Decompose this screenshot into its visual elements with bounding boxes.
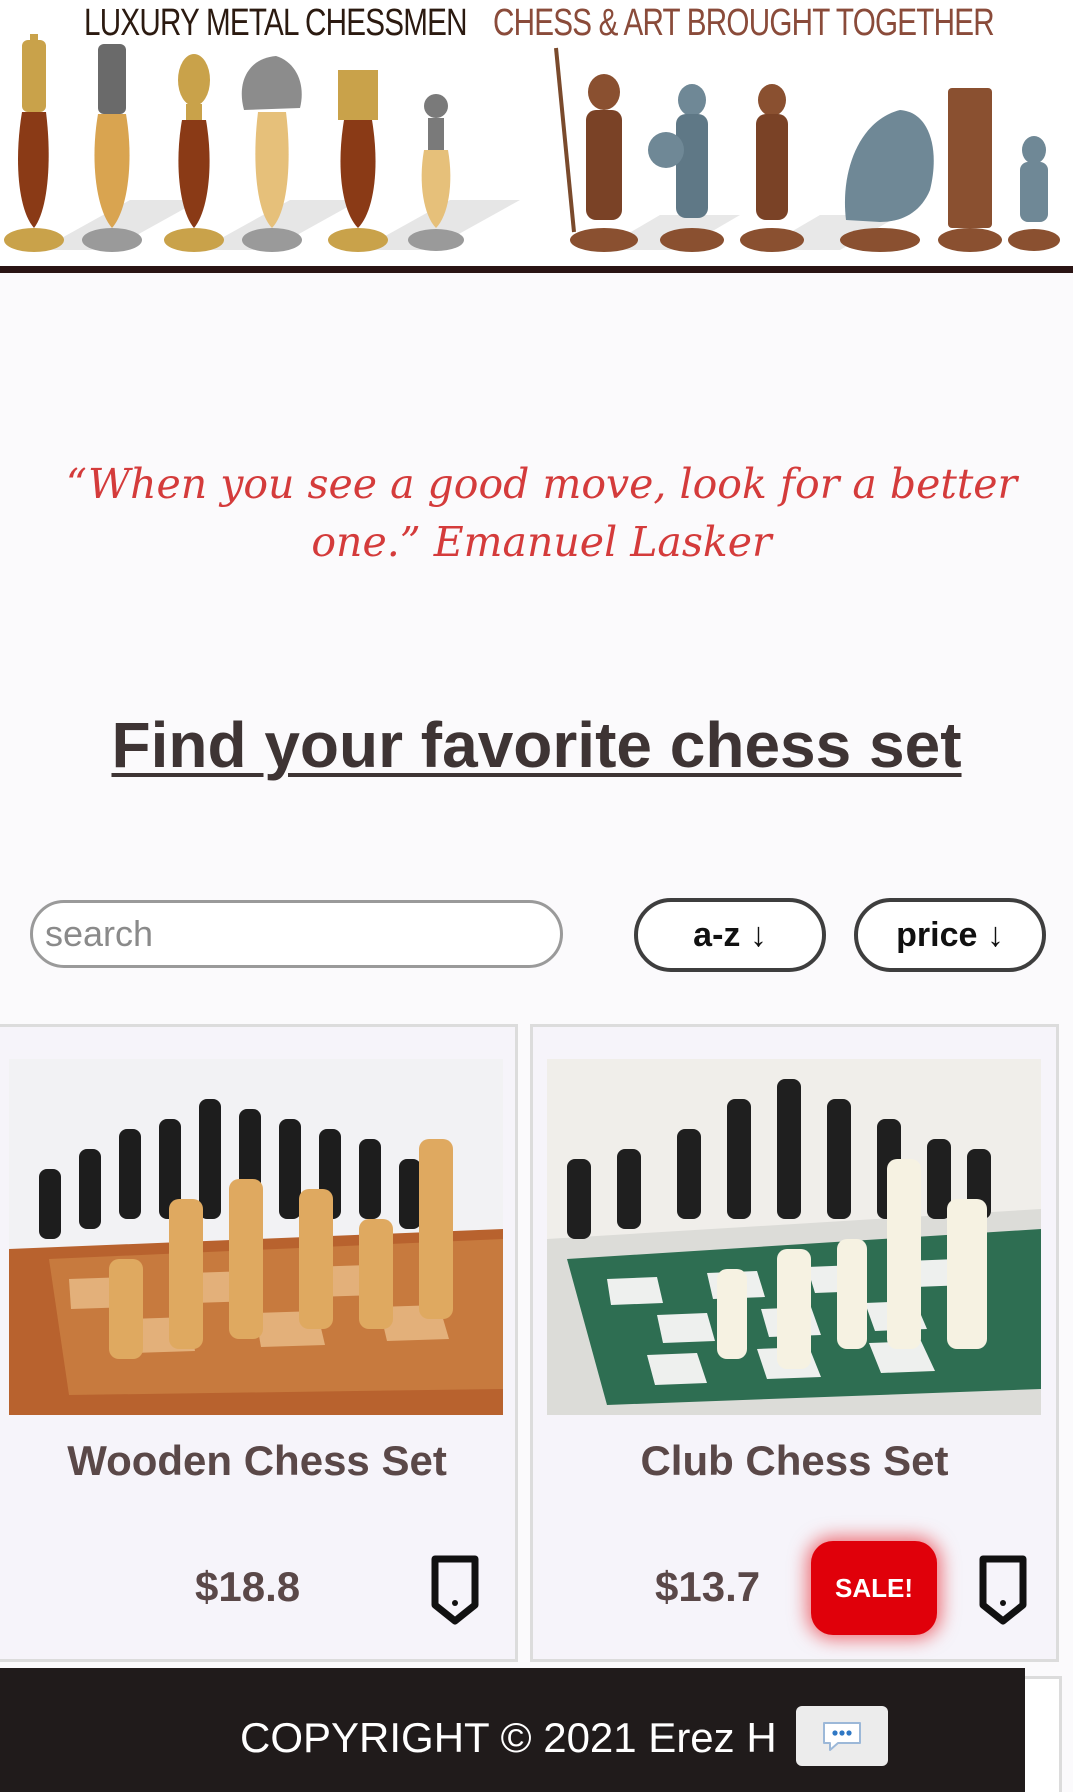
- product-image: [9, 1059, 503, 1415]
- chat-button[interactable]: [796, 1706, 888, 1766]
- banner-title-right: CHESS & ART BROUGHT TOGETHER: [493, 2, 995, 44]
- copyright-text: COPYRIGHT © 2021 Erez H: [240, 1714, 777, 1761]
- product-card-partial: [1020, 1676, 1062, 1792]
- chess-quote: “When you see a good move, look for a be…: [65, 460, 1018, 566]
- product-image: [547, 1059, 1041, 1415]
- page-heading: Find your favorite chess set: [0, 708, 1073, 782]
- search-input[interactable]: [30, 900, 563, 968]
- banner-title-left: LUXURY METAL CHESSMEN: [84, 2, 468, 44]
- chat-bubble-icon: [823, 1722, 861, 1751]
- banner-divider: [0, 266, 1073, 273]
- tag-icon[interactable]: [429, 1553, 481, 1625]
- sort-price-button[interactable]: price ↓: [854, 898, 1046, 972]
- header-banner: LUXURY METAL CHESSMEN CHESS & ART BROUGH…: [0, 0, 1073, 268]
- product-price: $18.8: [195, 1563, 301, 1610]
- product-card[interactable]: Wooden Chess Set $18.8: [0, 1024, 518, 1662]
- product-price: $13.7: [655, 1563, 761, 1610]
- page-heading-text: Find your favorite chess set: [111, 709, 962, 781]
- product-card[interactable]: Club Chess Set $13.7 SALE!: [530, 1024, 1059, 1662]
- sale-badge: SALE!: [811, 1541, 937, 1635]
- product-name: Club Chess Set: [640, 1437, 949, 1484]
- tag-icon[interactable]: [977, 1553, 1029, 1625]
- sort-az-button[interactable]: a-z ↓: [634, 898, 826, 972]
- product-name: Wooden Chess Set: [67, 1437, 447, 1484]
